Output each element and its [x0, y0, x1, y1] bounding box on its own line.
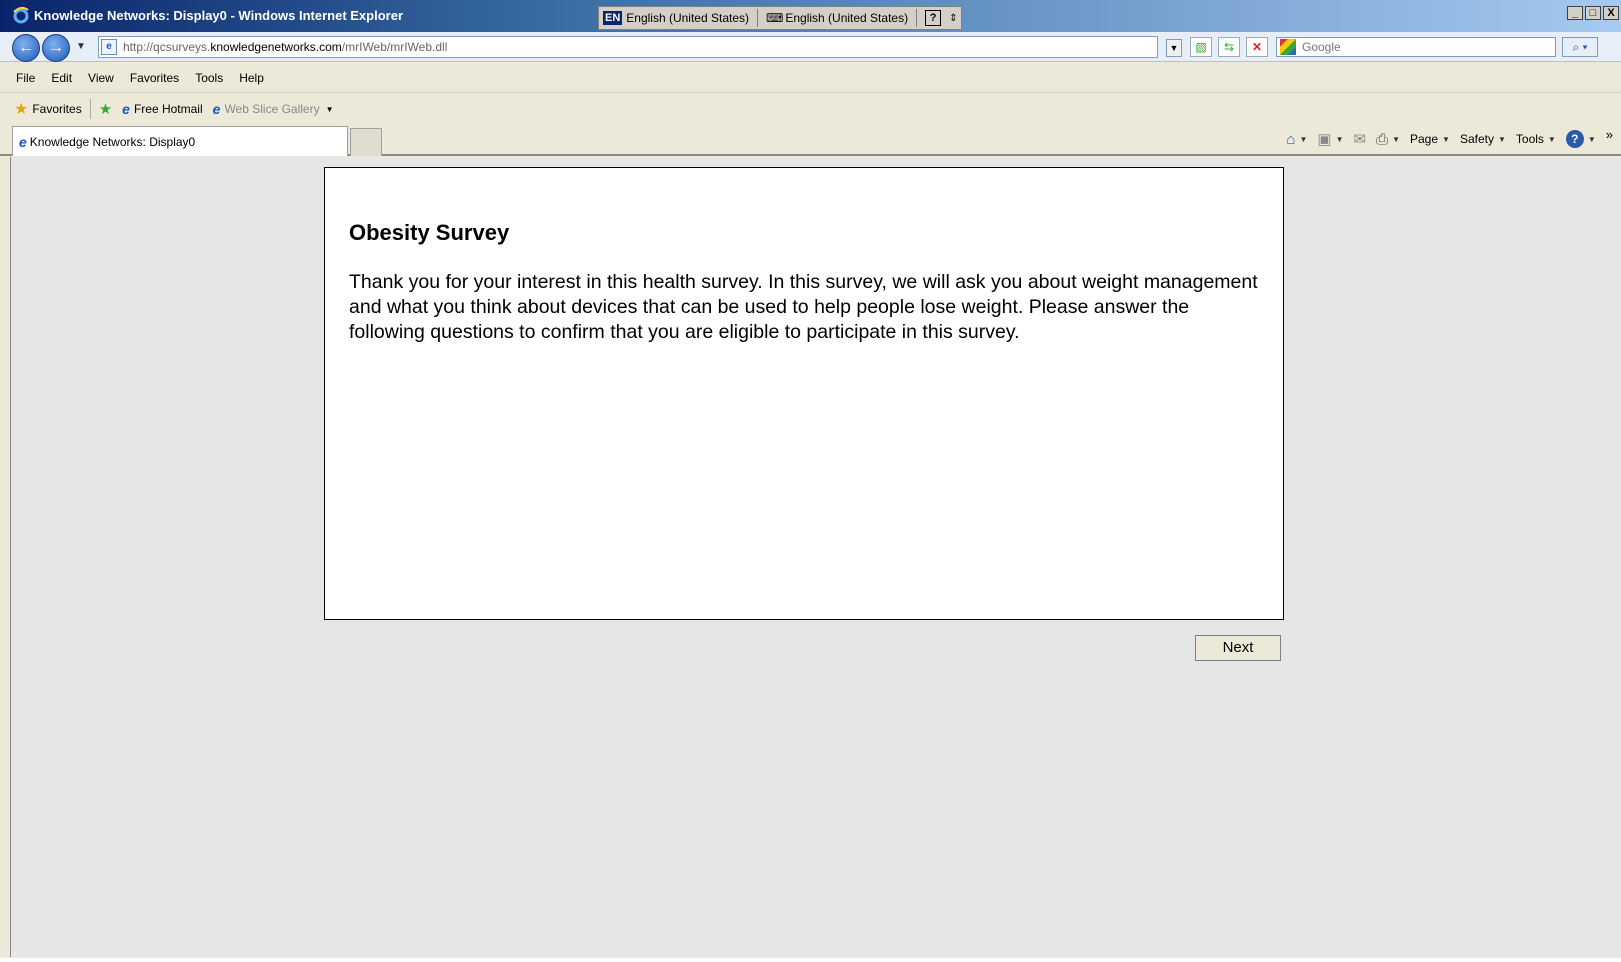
page-content: Obesity Survey Thank you for your intere…: [10, 157, 1621, 957]
new-tab-button[interactable]: [350, 128, 382, 156]
favorites-bar: ★ Favorites ★ e Free Hotmail e Web Slice…: [0, 94, 1621, 124]
maximize-button[interactable]: □: [1585, 6, 1601, 20]
menu-view[interactable]: View: [88, 71, 114, 85]
command-bar: ⌂ ▼ ▣ ▼ ✉ ⎙ ▼ Page ▼ Safety ▼ Tools ▼ ? ▼ »: [1286, 127, 1613, 148]
separator: [757, 9, 759, 27]
home-icon[interactable]: ⌂: [1286, 131, 1295, 148]
keyboard-icon: ⌨: [766, 11, 784, 25]
window-controls: _ □ X: [1567, 6, 1619, 20]
window-title: Knowledge Networks: Display0 - Windows I…: [34, 7, 404, 23]
chevron-down-icon[interactable]: ▼: [1336, 135, 1344, 144]
language-bar: EN English (United States) ⌨ English (Un…: [598, 6, 963, 30]
add-favorite-icon[interactable]: ★: [99, 100, 112, 118]
back-button[interactable]: ←: [12, 34, 40, 62]
star-icon: ★: [14, 101, 29, 118]
menu-bar: File Edit View Favorites Tools Help: [0, 63, 1621, 93]
compatibility-icon[interactable]: ▧: [1190, 37, 1212, 57]
ie-logo-icon: [13, 6, 29, 24]
keyboard-layout-label[interactable]: English (United States): [785, 11, 908, 25]
address-input[interactable]: e http://qcsurveys.knowledgenetworks.com…: [98, 36, 1158, 58]
search-input[interactable]: Google: [1276, 37, 1556, 57]
web-slice-gallery-link[interactable]: Web Slice Gallery: [224, 102, 319, 116]
free-hotmail-link[interactable]: Free Hotmail: [134, 102, 203, 116]
separator: [916, 9, 918, 27]
input-language-label[interactable]: English (United States): [626, 11, 749, 25]
survey-panel: Obesity Survey Thank you for your intere…: [324, 167, 1284, 620]
next-button[interactable]: Next: [1195, 635, 1281, 661]
tools-menu[interactable]: Tools: [1516, 132, 1544, 146]
close-button[interactable]: X: [1603, 6, 1619, 20]
search-button[interactable]: ⌕ ▾: [1562, 37, 1598, 57]
ie-page-icon: e: [212, 101, 221, 117]
more-commands-icon[interactable]: »: [1606, 127, 1613, 142]
print-icon[interactable]: ⎙: [1376, 131, 1388, 148]
options-icon[interactable]: ⇕: [949, 13, 957, 24]
menu-tools[interactable]: Tools: [195, 71, 223, 85]
page-icon: e: [101, 39, 117, 55]
refresh-icon[interactable]: ⇆: [1218, 37, 1240, 57]
chevron-down-icon[interactable]: ▼: [1548, 135, 1556, 144]
tab-row: e Knowledge Networks: Display0 ⌂ ▼ ▣ ▼ ✉ ⎙…: [0, 124, 1621, 156]
menu-help[interactable]: Help: [239, 71, 264, 85]
feeds-icon[interactable]: ▣: [1317, 130, 1331, 148]
search-placeholder: Google: [1302, 40, 1341, 54]
google-logo-icon: [1280, 39, 1296, 55]
separator: [89, 99, 91, 119]
minimize-button[interactable]: _: [1567, 6, 1583, 20]
chevron-down-icon[interactable]: ▼: [1498, 135, 1506, 144]
url-text[interactable]: http://qcsurveys.knowledgenetworks.com/m…: [123, 40, 447, 54]
menu-favorites[interactable]: Favorites: [130, 71, 179, 85]
survey-title: Obesity Survey: [349, 220, 510, 245]
help-icon[interactable]: ?: [1565, 130, 1584, 148]
page-menu[interactable]: Page: [1410, 132, 1438, 146]
chevron-down-icon[interactable]: ▼: [326, 105, 334, 114]
recent-pages-dropdown-icon[interactable]: ▼: [76, 41, 86, 52]
forward-button[interactable]: →: [42, 34, 70, 62]
tab-label: Knowledge Networks: Display0: [29, 134, 196, 149]
chevron-down-icon[interactable]: ▼: [1392, 135, 1400, 144]
status-strip: [0, 958, 1621, 962]
safety-menu[interactable]: Safety: [1460, 132, 1494, 146]
language-indicator[interactable]: EN: [603, 11, 623, 25]
favorites-button[interactable]: Favorites: [32, 102, 81, 116]
chevron-down-icon[interactable]: ▼: [1442, 135, 1450, 144]
help-icon[interactable]: ?: [925, 10, 942, 26]
tab-knowledge-networks[interactable]: e Knowledge Networks: Display0: [12, 126, 348, 156]
read-mail-icon[interactable]: ✉: [1353, 130, 1366, 148]
survey-intro-text: Thank you for your interest in this heal…: [349, 271, 1258, 343]
stop-icon[interactable]: ✕: [1246, 37, 1268, 57]
menu-file[interactable]: File: [16, 71, 35, 85]
address-toolbar: ← → ▼ e http://qcsurveys.knowledgenetwor…: [0, 32, 1621, 62]
menu-edit[interactable]: Edit: [51, 71, 72, 85]
address-dropdown-icon[interactable]: ▼: [1166, 39, 1182, 57]
chevron-down-icon[interactable]: ▼: [1299, 135, 1307, 144]
ie-page-icon: e: [122, 101, 130, 117]
ie-page-icon: e: [19, 133, 27, 150]
chevron-down-icon[interactable]: ▼: [1588, 135, 1596, 144]
